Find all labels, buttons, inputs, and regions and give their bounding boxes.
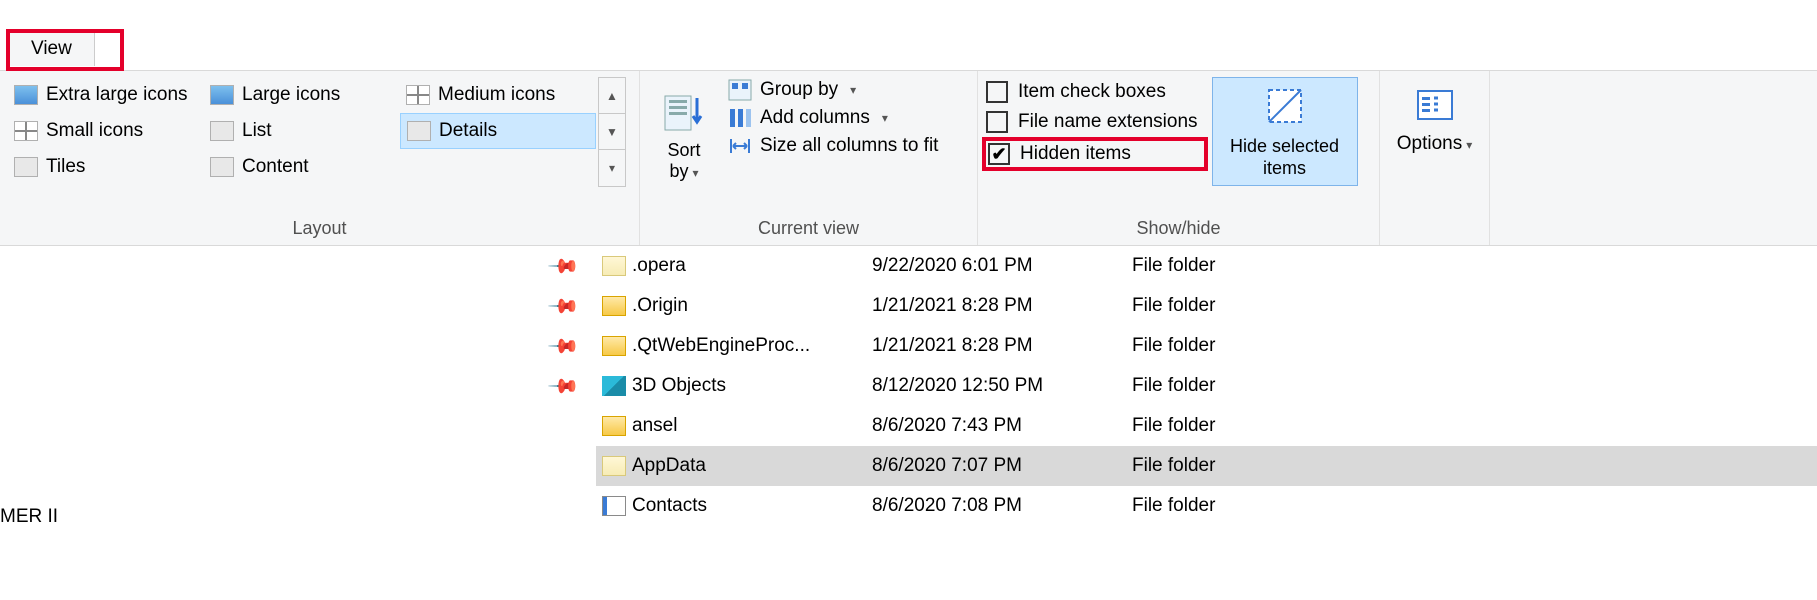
extra-large-icons-icon	[14, 85, 38, 105]
file-name: .opera	[632, 255, 872, 277]
folder-icon	[596, 336, 632, 356]
checkbox-icon	[986, 81, 1008, 103]
list-icon	[210, 121, 234, 141]
layout-large-icons[interactable]: Large icons	[204, 77, 400, 113]
nav-item-truncated[interactable]: MER II	[0, 506, 58, 528]
group-options: Options	[1380, 71, 1490, 245]
add-columns-button[interactable]: Add columns	[728, 107, 938, 129]
ribbon-tab-row: View	[0, 0, 1817, 70]
file-row[interactable]: 3D Objects8/12/2020 12:50 PMFile folder	[596, 366, 1817, 406]
sort-by-icon	[663, 92, 705, 134]
file-row[interactable]: Contacts8/6/2020 7:08 PMFile folder	[596, 486, 1817, 526]
file-row[interactable]: .Origin1/21/2021 8:28 PMFile folder	[596, 286, 1817, 326]
file-date: 8/12/2020 12:50 PM	[872, 375, 1132, 397]
group-label-show-hide: Show/hide	[986, 214, 1371, 245]
pin-icon: 📌	[546, 329, 581, 364]
pin-icon: 📌	[546, 289, 581, 324]
group-by-icon	[728, 79, 752, 101]
layout-gallery: Extra large icons Large icons Medium ico…	[8, 77, 596, 185]
layout-extra-large-icons[interactable]: Extra large icons	[8, 77, 204, 113]
annotation-highlight-hidden-items: ✔ Hidden items	[982, 137, 1208, 171]
navigation-pane[interactable]: 📌 📌 📌 📌 MER II	[0, 246, 596, 600]
checkbox-icon	[986, 111, 1008, 133]
gallery-scroll-up[interactable]: ▲	[599, 78, 625, 114]
gallery-expand[interactable]: ▾	[599, 150, 625, 186]
folder-icon	[596, 456, 632, 476]
group-label-layout: Layout	[8, 214, 631, 245]
gallery-scroll-down[interactable]: ▼	[599, 114, 625, 150]
layout-content[interactable]: Content	[204, 149, 400, 185]
file-row[interactable]: .opera9/22/2020 6:01 PMFile folder	[596, 246, 1817, 286]
file-date: 1/21/2021 8:28 PM	[872, 335, 1132, 357]
layout-tiles[interactable]: Tiles	[8, 149, 204, 185]
file-row[interactable]: .QtWebEngineProc...1/21/2021 8:28 PMFile…	[596, 326, 1817, 366]
checkbox-hidden-items[interactable]: ✔ Hidden items	[988, 143, 1194, 165]
hide-selected-icon	[1263, 84, 1307, 128]
large-icons-icon	[210, 85, 234, 105]
checkbox-file-name-extensions[interactable]: File name extensions	[986, 111, 1198, 133]
group-label-current-view: Current view	[648, 214, 969, 245]
group-by-button[interactable]: Group by	[728, 79, 938, 101]
small-icons-icon	[14, 121, 38, 141]
content-icon	[210, 157, 234, 177]
file-name: ansel	[632, 415, 872, 437]
file-name: .QtWebEngineProc...	[632, 335, 872, 357]
file-list[interactable]: .opera9/22/2020 6:01 PMFile folder.Origi…	[596, 246, 1817, 600]
size-columns-icon	[728, 135, 752, 157]
details-icon	[407, 121, 431, 141]
content-area: 📌 📌 📌 📌 MER II .opera9/22/2020 6:01 PMFi…	[0, 246, 1817, 600]
folder-icon	[596, 416, 632, 436]
file-type: File folder	[1132, 335, 1332, 357]
file-date: 9/22/2020 6:01 PM	[872, 255, 1132, 277]
layout-details[interactable]: Details	[400, 113, 596, 149]
sort-by-button[interactable]: Sort by	[648, 77, 720, 197]
layout-list[interactable]: List	[204, 113, 400, 149]
options-icon	[1414, 87, 1456, 123]
file-name: .Origin	[632, 295, 872, 317]
layout-medium-icons[interactable]: Medium icons	[400, 77, 596, 113]
layout-gallery-scroll: ▲ ▼ ▾	[598, 77, 626, 187]
checkbox-checked-icon: ✔	[988, 143, 1010, 165]
medium-icons-icon	[406, 85, 430, 105]
group-current-view: Sort by Group by Add columns Size all co…	[640, 71, 978, 245]
file-date: 8/6/2020 7:08 PM	[872, 495, 1132, 517]
ribbon: Extra large icons Large icons Medium ico…	[0, 70, 1817, 246]
file-type: File folder	[1132, 255, 1332, 277]
file-row[interactable]: AppData8/6/2020 7:07 PMFile folder	[596, 446, 1817, 486]
file-date: 8/6/2020 7:43 PM	[872, 415, 1132, 437]
file-name: AppData	[632, 455, 872, 477]
file-type: File folder	[1132, 455, 1332, 477]
file-type: File folder	[1132, 415, 1332, 437]
group-layout: Extra large icons Large icons Medium ico…	[0, 71, 640, 245]
hide-selected-items-button[interactable]: Hide selected items	[1212, 77, 1358, 186]
checkbox-item-check-boxes[interactable]: Item check boxes	[986, 81, 1198, 103]
file-date: 8/6/2020 7:07 PM	[872, 455, 1132, 477]
add-columns-icon	[728, 107, 752, 129]
pin-icon: 📌	[546, 369, 581, 404]
tiles-icon	[14, 157, 38, 177]
file-type: File folder	[1132, 295, 1332, 317]
folder-icon	[596, 296, 632, 316]
layout-small-icons[interactable]: Small icons	[8, 113, 204, 149]
file-name: Contacts	[632, 495, 872, 517]
file-date: 1/21/2021 8:28 PM	[872, 295, 1132, 317]
file-type: File folder	[1132, 495, 1332, 517]
group-show-hide: Item check boxes File name extensions ✔ …	[978, 71, 1380, 245]
folder-icon	[596, 256, 632, 276]
folder-icon	[596, 376, 632, 396]
folder-icon	[596, 496, 632, 516]
pin-icon: 📌	[546, 249, 581, 284]
size-all-columns-button[interactable]: Size all columns to fit	[728, 135, 938, 157]
options-button[interactable]: Options	[1388, 77, 1481, 155]
file-name: 3D Objects	[632, 375, 872, 397]
file-type: File folder	[1132, 375, 1332, 397]
tab-view[interactable]: View	[8, 31, 95, 66]
file-row[interactable]: ansel8/6/2020 7:43 PMFile folder	[596, 406, 1817, 446]
